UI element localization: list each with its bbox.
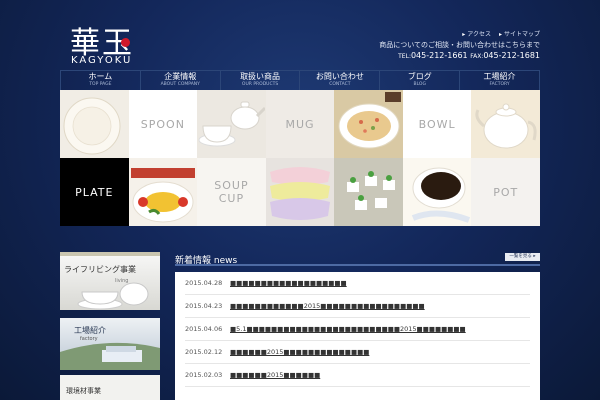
soup-cup-label: SOUP CUP bbox=[214, 179, 249, 205]
news-item[interactable]: 2015.02.12 ■■■■■■2015■■■■■■■■■■■■■■ bbox=[185, 341, 530, 364]
nav-label: 工場紹介 bbox=[483, 72, 516, 81]
news-link[interactable]: ■5.1■■■■■■■■■■■■■■■■■■■■■■■■■2015■■■■■■■… bbox=[230, 325, 466, 333]
pot-label: POT bbox=[493, 185, 519, 199]
news-divider bbox=[175, 264, 540, 266]
living-business-banner[interactable]: ライフリビング事業 living bbox=[60, 252, 160, 310]
nav-sublabel: BLOG bbox=[413, 82, 426, 87]
news-item[interactable]: 2015.02.03 ■■■■■■2015■■■■■■ bbox=[185, 364, 530, 387]
tel-label: TEL: bbox=[398, 53, 411, 60]
news-link[interactable]: ■■■■■■2015■■■■■■■■■■■■■■ bbox=[230, 348, 369, 356]
plate-image bbox=[63, 97, 121, 155]
fax-label: FAX: bbox=[470, 53, 484, 60]
factory-banner-subtitle: factory bbox=[80, 336, 98, 342]
news-date: 2015.04.28 bbox=[185, 279, 223, 287]
contact-phone: TEL:045-212-1661 FAX:045-212-1681 bbox=[398, 51, 540, 60]
nav-label: 企業情報 bbox=[164, 72, 197, 81]
nav-sublabel: ABOUT COMPANY bbox=[160, 82, 200, 87]
nav-sublabel: FACTORY bbox=[489, 82, 510, 87]
access-link[interactable]: アクセス bbox=[462, 29, 491, 38]
logo-red-dot bbox=[121, 38, 130, 47]
bowl-tile[interactable]: BOWL bbox=[402, 90, 472, 158]
nav-factory[interactable]: 工場紹介 FACTORY bbox=[459, 71, 540, 90]
coffee-photo-tile[interactable] bbox=[402, 158, 472, 226]
spoon-label: SPOON bbox=[140, 117, 185, 131]
nav-sublabel: OUR PRODUCTS bbox=[241, 82, 279, 87]
pot-tile[interactable]: POT bbox=[471, 158, 540, 226]
news-link[interactable]: ■■■■■■■■■■■■■■■■■■■ bbox=[230, 279, 347, 287]
soup-cup-tile[interactable]: SOUP CUP bbox=[197, 158, 266, 226]
plate-label: PLATE bbox=[75, 185, 114, 199]
food-dish-image bbox=[338, 92, 401, 149]
nav-label: お問い合わせ bbox=[315, 72, 364, 81]
nav-label: 取扱い商品 bbox=[240, 72, 281, 81]
bowls-photo-tile[interactable] bbox=[265, 158, 335, 226]
news-item[interactable]: 2015.04.06 ■5.1■■■■■■■■■■■■■■■■■■■■■■■■■… bbox=[185, 318, 530, 341]
nav-products[interactable]: 取扱い商品 OUR PRODUCTS bbox=[219, 71, 300, 90]
news-date: 2015.04.23 bbox=[185, 302, 223, 310]
nav-blog[interactable]: ブログ BLOG bbox=[379, 71, 459, 90]
logo-name: KAGYOKU bbox=[71, 55, 133, 66]
nav-label: ホーム bbox=[88, 72, 113, 81]
news-list: 2015.04.28 ■■■■■■■■■■■■■■■■■■■ 2015.04.2… bbox=[175, 272, 540, 400]
omelette-dish-image bbox=[130, 168, 195, 223]
nav-contact[interactable]: お問い合わせ CONTACT bbox=[299, 71, 379, 90]
news-more-button[interactable]: 一覧を見る ▸ bbox=[505, 253, 540, 261]
tel-number: 045-212-1661 bbox=[410, 51, 468, 60]
bowl-label: BOWL bbox=[418, 117, 456, 131]
news-item[interactable]: 2015.04.28 ■■■■■■■■■■■■■■■■■■■ bbox=[185, 272, 530, 295]
product-grid: SPOON MUG BOWL PLATE SOUP CUP POT bbox=[60, 90, 540, 226]
main-nav: ホーム TOP PAGE 企業情報 ABOUT COMPANY 取扱い商品 OU… bbox=[60, 70, 540, 90]
contact-note: 商品についてのご相談・お問い合わせはこちらまで bbox=[379, 41, 540, 49]
fax-number: 045-212-1681 bbox=[483, 51, 540, 60]
news-link[interactable]: ■■■■■■2015■■■■■■ bbox=[230, 371, 320, 379]
news-link[interactable]: ■■■■■■■■■■■■2015■■■■■■■■■■■■■■■■■ bbox=[230, 302, 425, 310]
factory-banner[interactable]: 工場紹介 factory bbox=[60, 318, 160, 370]
stacked-bowls-image bbox=[269, 167, 330, 220]
plate-tile[interactable]: PLATE bbox=[60, 158, 129, 226]
living-banner-image bbox=[77, 282, 149, 310]
tables-photo-tile[interactable] bbox=[334, 158, 403, 226]
teapot-cup-image bbox=[198, 101, 266, 147]
news-date: 2015.04.06 bbox=[185, 325, 223, 333]
environmental-business-banner[interactable]: 環境材事業 bbox=[60, 375, 160, 400]
news-date: 2015.02.03 bbox=[185, 371, 223, 379]
factory-banner-title: 工場紹介 bbox=[74, 326, 106, 335]
pot-photo-tile[interactable] bbox=[471, 90, 540, 158]
nav-sublabel: TOP PAGE bbox=[89, 82, 112, 87]
cup-photo-tile[interactable] bbox=[197, 90, 266, 158]
omelette-photo-tile[interactable] bbox=[128, 158, 198, 226]
nav-sublabel: CONTACT bbox=[329, 82, 351, 87]
nav-home[interactable]: ホーム TOP PAGE bbox=[60, 71, 140, 90]
news-item[interactable]: 2015.04.23 ■■■■■■■■■■■■2015■■■■■■■■■■■■■… bbox=[185, 295, 530, 318]
party-table-image bbox=[346, 171, 395, 210]
mug-label: MUG bbox=[285, 117, 315, 131]
environmental-banner-title: 環境材事業 bbox=[66, 387, 101, 395]
spoon-tile[interactable]: SPOON bbox=[128, 90, 198, 158]
plate-photo-tile[interactable] bbox=[60, 90, 129, 158]
nav-label: ブログ bbox=[407, 72, 432, 81]
sitemap-link[interactable]: サイトマップ bbox=[499, 29, 540, 38]
teapot-image bbox=[475, 103, 537, 149]
food-photo-tile[interactable] bbox=[334, 90, 403, 158]
mug-tile[interactable]: MUG bbox=[265, 90, 335, 158]
nav-about-company[interactable]: 企業情報 ABOUT COMPANY bbox=[139, 71, 220, 90]
news-date: 2015.02.12 bbox=[185, 348, 223, 356]
coffee-cup-image bbox=[411, 167, 471, 223]
site-logo[interactable]: 華玉 KAGYOKU bbox=[70, 18, 140, 68]
utility-links: アクセス サイトマップ bbox=[462, 29, 540, 38]
